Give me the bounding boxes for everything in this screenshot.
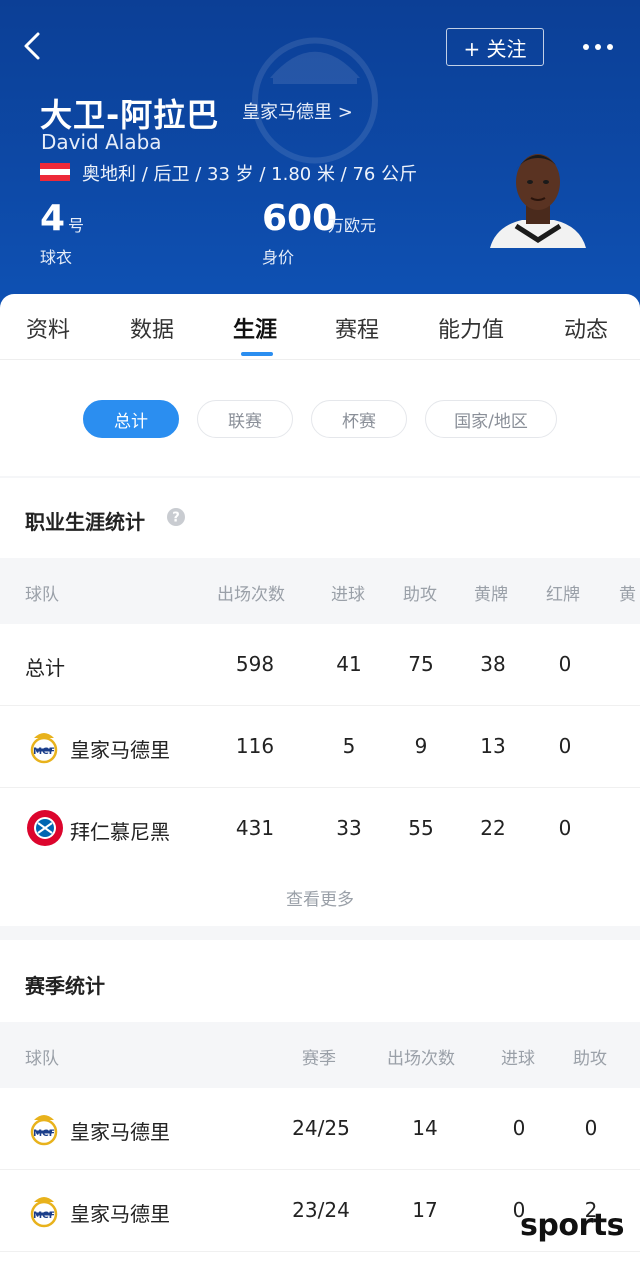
season-table-header: 球队 赛季 出场次数 进球 助攻 (0, 1022, 640, 1088)
col-team: 球队 (25, 1049, 59, 1069)
assists-value: 0 (584, 1116, 598, 1140)
svg-text:MCF: MCF (33, 1211, 55, 1221)
shirt-number: 4 (40, 198, 66, 239)
shirt-number-unit: 号 (68, 216, 85, 235)
col-assists: 助攻 (403, 585, 437, 605)
player-name-en: David Alaba (41, 130, 162, 154)
tab-bar: 资料 数据 生涯 赛程 能力值 动态 (0, 294, 640, 360)
team-name: 皇家马德里 (70, 738, 170, 762)
player-avatar (490, 154, 586, 248)
apps-value: 17 (412, 1198, 438, 1222)
active-tab-indicator (241, 352, 273, 356)
tab-stats[interactable]: 数据 (130, 312, 174, 344)
sports-watermark: sports (520, 1208, 624, 1243)
col-red: 红牌 (546, 585, 580, 605)
col-yellow: 黄牌 (474, 585, 508, 605)
svg-text:MCF: MCF (33, 747, 55, 757)
col-goals: 进球 (501, 1049, 535, 1069)
tab-career[interactable]: 生涯 (233, 312, 277, 344)
goals-value: 33 (336, 816, 362, 840)
filter-league[interactable]: 联赛 (197, 400, 293, 438)
table-row[interactable]: 总计 598 41 75 38 0 (0, 624, 640, 706)
apps-value: 431 (235, 816, 275, 840)
team-name: 皇家马德里 (70, 1202, 170, 1226)
col-apps: 出场次数 (387, 1049, 455, 1069)
market-value: 600 (262, 198, 338, 239)
svg-text:MCF: MCF (33, 1129, 55, 1139)
austria-flag-icon (40, 163, 70, 181)
goals-value: 0 (512, 1116, 526, 1140)
filter-bar: 总计 联赛 杯赛 国家/地区 (0, 360, 640, 476)
season-value: 23/24 (292, 1198, 350, 1222)
col-yellow-red: 黄 (619, 585, 636, 605)
tab-profile[interactable]: 资料 (26, 312, 70, 344)
real-madrid-logo-icon: MCF (30, 1197, 58, 1228)
career-stats-title: 职业生涯统计 (25, 510, 145, 534)
season-value: 24/25 (292, 1116, 350, 1140)
tab-news[interactable]: 动态 (564, 312, 608, 344)
shirt-label: 球衣 (40, 248, 73, 267)
assists-value: 75 (408, 652, 434, 676)
red-value: 0 (558, 734, 572, 758)
filter-total[interactable]: 总计 (83, 400, 179, 438)
col-apps: 出场次数 (217, 585, 285, 605)
goals-value: 5 (342, 734, 356, 758)
col-assists: 助攻 (573, 1049, 607, 1069)
col-season: 赛季 (302, 1049, 336, 1069)
apps-value: 14 (412, 1116, 438, 1140)
more-options-icon[interactable] (578, 30, 618, 64)
yellow-value: 22 (480, 816, 506, 840)
real-madrid-logo-icon: MCF (30, 1115, 58, 1146)
section-divider (0, 926, 640, 940)
help-icon[interactable]: ? (166, 507, 186, 527)
red-value: 0 (558, 816, 572, 840)
red-value: 0 (558, 652, 572, 676)
assists-value: 9 (414, 734, 428, 758)
team-link[interactable]: 皇家马德里 > (242, 98, 353, 124)
player-info: 奥地利 / 后卫 / 33 岁 / 1.80 米 / 76 公斤 (82, 164, 418, 185)
player-header: + 关注 大卫-阿拉巴 皇家马德里 > David Alaba 奥地利 / 后卫… (0, 0, 640, 320)
market-value-unit: 万欧元 (328, 216, 377, 235)
tab-schedule[interactable]: 赛程 (335, 312, 379, 344)
follow-button[interactable]: + 关注 (446, 28, 544, 66)
filter-national[interactable]: 国家/地区 (425, 400, 557, 438)
tab-ratings[interactable]: 能力值 (438, 312, 504, 344)
team-name: 皇家马德里 (70, 1120, 170, 1144)
view-more-link[interactable]: 查看更多 (0, 885, 640, 910)
market-value-label: 身价 (262, 248, 295, 267)
table-row[interactable]: MCF 皇家马德里 116 5 9 13 0 (0, 706, 640, 788)
col-team: 球队 (25, 585, 59, 605)
club-crest-watermark-icon (252, 37, 378, 164)
table-row[interactable]: 拜仁慕尼黑 431 33 55 22 0 (0, 788, 640, 870)
team-name: 拜仁慕尼黑 (70, 820, 170, 844)
yellow-value: 38 (480, 652, 506, 676)
career-table-header: 球队 出场次数 进球 助攻 黄牌 红牌 黄 (0, 558, 640, 624)
goals-value: 41 (336, 652, 362, 676)
apps-value: 598 (235, 652, 275, 676)
season-stats-title: 赛季统计 (25, 974, 105, 998)
yellow-value: 13 (480, 734, 506, 758)
table-row[interactable]: MCF 皇家马德里 24/25 14 0 0 (0, 1088, 640, 1170)
assists-value: 55 (408, 816, 434, 840)
col-goals: 进球 (331, 585, 365, 605)
apps-value: 116 (235, 734, 275, 758)
filter-cup[interactable]: 杯赛 (311, 400, 407, 438)
back-icon[interactable] (16, 28, 52, 64)
real-madrid-logo-icon: MCF (30, 733, 58, 764)
svg-text:?: ? (172, 511, 180, 526)
bayern-munich-logo-icon (27, 810, 63, 846)
team-name: 总计 (25, 656, 65, 680)
